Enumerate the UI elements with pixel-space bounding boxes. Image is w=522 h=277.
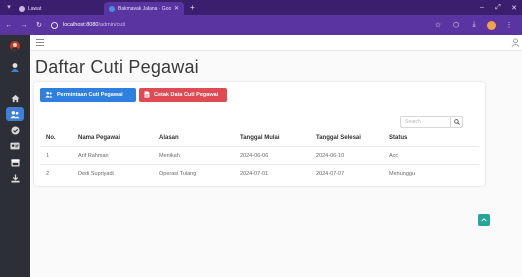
file-pdf-icon [144, 90, 150, 100]
app-sidebar [0, 35, 30, 277]
leave-table-card: Permintaan Cuti Pegawai Cetak Data Cuti … [34, 82, 485, 186]
id-card-icon[interactable] [6, 139, 24, 153]
restore-icon[interactable]: ⤢ [490, 4, 506, 12]
table-cell: 2024-06-10 [316, 153, 345, 159]
scroll-to-top-button[interactable] [478, 214, 490, 226]
tab-title: Bakmavak Jalana · Google Dri [118, 5, 171, 12]
table-cell: Arif Rahman [78, 153, 109, 159]
url-path: /admin/cuti [98, 22, 126, 28]
hamburger-menu-icon[interactable] [36, 39, 44, 47]
add-leave-request-label: Permintaan Cuti Pegawai [57, 92, 123, 98]
table-cell: 1 [46, 153, 50, 159]
table-cell: Dedi Supriyadi [78, 171, 114, 177]
home-icon[interactable] [6, 91, 24, 105]
tab-menu-icon[interactable]: ▾ [4, 3, 14, 13]
table-cell: 2024-07-07 [316, 171, 345, 177]
url-host: localhost:8080 [63, 22, 99, 28]
table-cell: Acc [389, 153, 399, 159]
back-icon[interactable]: ← [3, 22, 15, 29]
browser-tab-bar: ▾ Lawat Bakmavak Jalana · Google Dri ✕ +… [0, 0, 522, 15]
search-input[interactable] [400, 116, 451, 128]
window-controls: – ⤢ ✕ [474, 0, 522, 15]
bookmark-star-icon[interactable]: ☆ [429, 21, 447, 29]
table-cell: 2 [46, 171, 50, 177]
url-field[interactable]: localhost:8080/admin/cuti [51, 21, 126, 29]
page-title: Daftar Cuti Pegawai [35, 57, 199, 77]
user-account-icon[interactable] [511, 38, 520, 47]
minimize-icon[interactable]: – [474, 4, 490, 11]
browser-actions: ☆ ⬡ ⤓ ⋮ [429, 15, 518, 35]
column-header[interactable]: Nama Pegawai [78, 135, 120, 141]
users-icon[interactable] [6, 107, 24, 121]
browser-tab-active[interactable]: Bakmavak Jalana · Google Dri ✕ [104, 2, 184, 15]
table-cell: 2024-07-01 [240, 171, 269, 177]
column-header[interactable]: No. [46, 135, 56, 141]
downloads-icon[interactable]: ⤓ [465, 21, 483, 29]
person-icon[interactable] [6, 60, 24, 74]
users-icon [45, 91, 53, 100]
browser-tab[interactable]: Lawat [14, 2, 72, 15]
profile-avatar-icon[interactable] [487, 20, 496, 30]
close-window-icon[interactable]: ✕ [506, 4, 522, 12]
download-icon[interactable] [6, 171, 24, 185]
column-header[interactable]: Alasan [159, 135, 179, 141]
header-divider [40, 146, 479, 147]
column-header[interactable]: Tanggal Mulai [240, 135, 280, 141]
calendar-icon[interactable] [6, 155, 24, 169]
chevron-up-icon [481, 218, 487, 222]
print-leave-data-label: Cetak Data Cuti Pegawai [154, 92, 219, 98]
tab-favicon-icon [109, 5, 115, 12]
browser-address-bar: ← → ↻ localhost:8080/admin/cuti ☆ ⬡ ⤓ ⋮ [0, 15, 522, 35]
table-cell: Menikah [159, 153, 180, 159]
table-cell: Operasi Tulang [159, 171, 197, 177]
circle-check-icon[interactable] [6, 123, 24, 137]
close-tab-icon[interactable]: ✕ [174, 5, 179, 12]
forward-icon[interactable]: → [18, 22, 30, 29]
table-cell: 2024-06-06 [240, 153, 269, 159]
row-divider [40, 164, 479, 165]
new-tab-icon[interactable]: + [190, 3, 195, 12]
site-info-icon[interactable] [51, 21, 58, 29]
search-icon [453, 119, 460, 125]
column-header[interactable]: Status [389, 135, 407, 141]
browser-menu-icon[interactable]: ⋮ [500, 21, 518, 29]
reload-icon[interactable]: ↻ [33, 21, 45, 29]
tab-favicon-icon [19, 5, 25, 12]
table-cell: Menunggu [389, 171, 415, 177]
tab-title: Lawat [28, 5, 42, 12]
top-navbar [30, 35, 522, 51]
add-leave-request-button[interactable]: Permintaan Cuti Pegawai [40, 88, 136, 102]
extensions-icon[interactable]: ⬡ [447, 21, 465, 29]
avatar-icon[interactable] [6, 39, 24, 53]
search-button[interactable] [451, 116, 463, 128]
column-header[interactable]: Tanggal Selesai [316, 135, 361, 141]
print-leave-data-button[interactable]: Cetak Data Cuti Pegawai [139, 88, 227, 102]
